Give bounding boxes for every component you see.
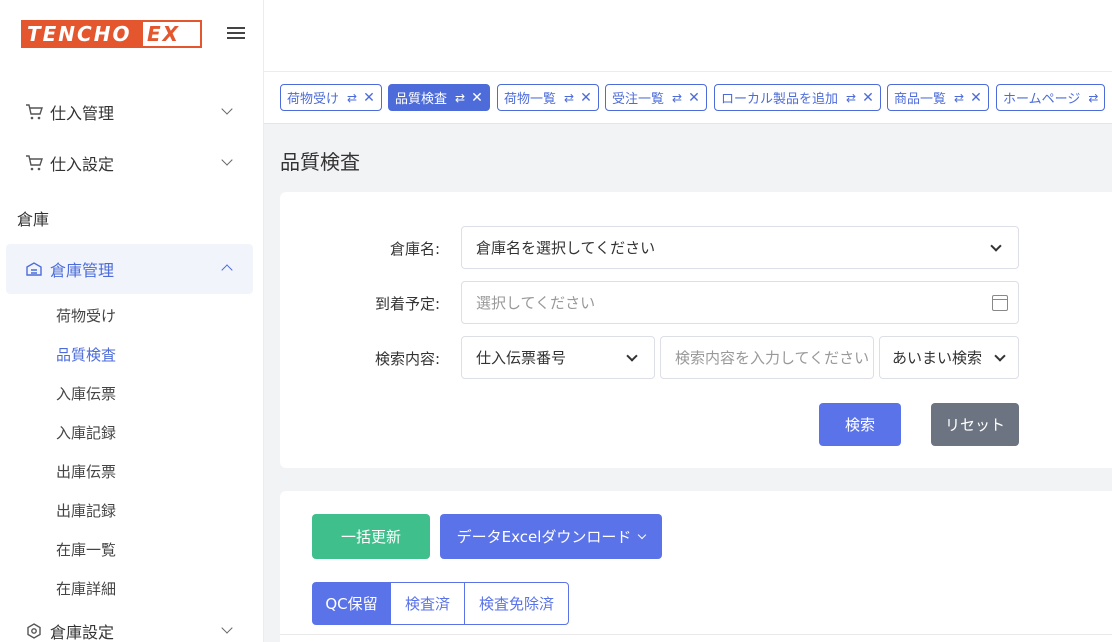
swap-icon[interactable]: ⇄: [1088, 91, 1098, 105]
swap-icon[interactable]: ⇄: [954, 91, 964, 105]
search-button[interactable]: 検索: [819, 403, 901, 446]
warehouse-select-value: 倉庫名を選択してください: [476, 239, 656, 257]
tab-label: 商品一覧: [894, 92, 947, 107]
close-icon[interactable]: ✕: [363, 90, 375, 106]
chevron-down-icon: [990, 240, 1002, 252]
warehouse-label: 倉庫名:: [389, 240, 440, 258]
close-icon[interactable]: ✕: [580, 90, 592, 106]
brand-logo-part1: TENCHO: [23, 22, 143, 46]
tab-quality-check[interactable]: 品質検査 ⇄ ✕: [388, 84, 490, 111]
close-icon[interactable]: ✕: [471, 90, 483, 106]
chevron-down-icon: [994, 350, 1006, 362]
sidebar-group-label: 仕入管理: [50, 104, 115, 123]
search-type-select[interactable]: 仕入伝票番号: [461, 336, 655, 379]
tab-label: 受注一覧: [612, 92, 665, 107]
sidebar-group-warehouse[interactable]: 倉庫管理: [6, 244, 253, 294]
tab-label: 荷物一覧: [504, 92, 557, 107]
swap-icon[interactable]: ⇄: [347, 91, 357, 105]
tab-homepage[interactable]: ホームページ ⇄: [996, 84, 1106, 111]
tab-order-list[interactable]: 受注一覧 ⇄ ✕: [605, 84, 707, 111]
sidebar: TENCHO EX 仕入管理 仕入設定 倉庫 倉庫管理 荷物受け 品質検査 入庫…: [0, 0, 264, 642]
sidebar-item-receiving[interactable]: 荷物受け: [56, 305, 116, 326]
logo-row: TENCHO EX: [0, 0, 264, 72]
chevron-down-icon: [221, 103, 233, 115]
warehouse-select[interactable]: 倉庫名を選択してください: [461, 226, 1019, 269]
chevron-down-icon: [221, 622, 233, 634]
tab-label: 荷物受け: [287, 92, 340, 107]
swap-icon[interactable]: ⇄: [455, 91, 465, 105]
chevron-down-icon: [638, 530, 647, 539]
brand-logo-part2: EX: [147, 22, 181, 46]
sidebar-item-inbound-slip[interactable]: 入庫伝票: [56, 383, 116, 404]
cart-icon: [24, 102, 44, 122]
sidebar-section-title: 倉庫: [17, 210, 50, 229]
match-mode-value: あいまい検索: [892, 349, 983, 367]
sidebar-item-stock-list[interactable]: 在庫一覧: [56, 539, 116, 560]
sidebar-group-purchase[interactable]: 仕入管理: [6, 87, 253, 137]
bulk-update-button[interactable]: 一括更新: [312, 514, 430, 559]
hamburger-menu-icon[interactable]: [227, 24, 245, 42]
close-icon[interactable]: ✕: [688, 90, 700, 106]
close-icon[interactable]: ✕: [862, 90, 874, 106]
tab-inspected[interactable]: 検査済: [390, 582, 465, 625]
sidebar-group-label: 仕入設定: [50, 155, 115, 174]
page-title: 品質検査: [280, 150, 360, 174]
sidebar-group-label: 倉庫管理: [50, 261, 115, 280]
table-header-divider: [280, 634, 1112, 635]
tabs-bar: 荷物受け ⇄ ✕ 品質検査 ⇄ ✕ 荷物一覧 ⇄ ✕ 受注一覧 ⇄ ✕ ローカル…: [264, 72, 1112, 124]
search-content-label: 検索内容:: [374, 350, 440, 368]
swap-icon[interactable]: ⇄: [672, 91, 682, 105]
sidebar-item-inbound-record[interactable]: 入庫記録: [56, 422, 116, 443]
arrival-label: 到着予定:: [374, 295, 440, 313]
tab-product-list[interactable]: 商品一覧 ⇄ ✕: [887, 84, 989, 111]
cart-settings-icon: [24, 153, 44, 173]
sidebar-item-stock-detail[interactable]: 在庫詳細: [56, 578, 116, 599]
chevron-down-icon: [626, 350, 638, 362]
match-mode-select[interactable]: あいまい検索: [879, 336, 1019, 379]
excel-download-label: データExcelダウンロード: [456, 528, 632, 546]
sidebar-group-warehouse-settings[interactable]: 倉庫設定: [6, 606, 253, 642]
warehouse-settings-icon: [24, 621, 44, 641]
tab-inspection-exempt[interactable]: 検査免除済: [464, 582, 569, 625]
chevron-down-icon: [221, 154, 233, 166]
sidebar-item-outbound-slip[interactable]: 出庫伝票: [56, 461, 116, 482]
sidebar-item-outbound-record[interactable]: 出庫記録: [56, 500, 116, 521]
search-input-placeholder: 検索内容を入力してください: [675, 349, 870, 367]
sidebar-group-label: 倉庫設定: [50, 623, 115, 642]
swap-icon[interactable]: ⇄: [564, 91, 574, 105]
sidebar-item-quality-check[interactable]: 品質検査: [56, 344, 116, 365]
tab-label: ローカル製品を追加: [721, 92, 839, 107]
top-header: [264, 0, 1112, 72]
arrival-date-picker[interactable]: 選択してください: [461, 281, 1019, 324]
brand-logo[interactable]: TENCHO EX: [21, 20, 202, 48]
chevron-up-icon: [221, 264, 233, 276]
excel-download-button[interactable]: データExcelダウンロード: [440, 514, 662, 559]
close-icon[interactable]: ✕: [970, 90, 982, 106]
calendar-icon: [992, 295, 1008, 311]
search-type-value: 仕入伝票番号: [476, 349, 567, 367]
tab-label: ホームページ: [1003, 92, 1081, 107]
swap-icon[interactable]: ⇄: [846, 91, 856, 105]
search-input[interactable]: 検索内容を入力してください: [660, 336, 874, 379]
arrival-date-placeholder: 選択してください: [476, 294, 596, 312]
tab-add-local-product[interactable]: ローカル製品を追加 ⇄ ✕: [714, 84, 881, 111]
tab-receiving[interactable]: 荷物受け ⇄ ✕: [280, 84, 382, 111]
tab-qc-pending[interactable]: QC保留: [312, 582, 391, 625]
warehouse-icon: [24, 259, 44, 279]
reset-button[interactable]: リセット: [931, 403, 1019, 446]
tab-label: 品質検査: [395, 92, 448, 107]
sidebar-group-purchase-settings[interactable]: 仕入設定: [6, 138, 253, 188]
tab-package-list[interactable]: 荷物一覧 ⇄ ✕: [497, 84, 599, 111]
